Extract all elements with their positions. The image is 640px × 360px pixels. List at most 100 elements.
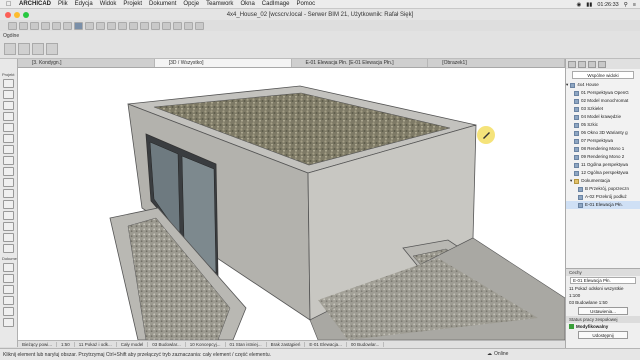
view-map-icon[interactable] xyxy=(578,60,586,68)
orbit-icon[interactable] xyxy=(140,21,149,30)
window-tool-icon[interactable] xyxy=(3,200,14,209)
curtain-wall-tool-icon[interactable] xyxy=(3,178,14,187)
dimension-tool-icon[interactable] xyxy=(3,263,14,272)
open-file-icon[interactable] xyxy=(19,21,28,30)
menu-dokument[interactable]: Dokument xyxy=(149,1,176,7)
save-icon[interactable] xyxy=(30,21,39,30)
current-layer-combo[interactable]: Bieżący powi... xyxy=(18,342,58,347)
graphic-override-combo[interactable]: Brak zastąpień xyxy=(267,342,306,347)
settings-button[interactable]: Ustawienia... xyxy=(578,307,628,315)
publisher-icon[interactable] xyxy=(598,60,606,68)
arrow-tool-icon[interactable] xyxy=(74,21,83,30)
dimension-combo[interactable]: 00 Budowlar... xyxy=(347,342,385,347)
tree-item[interactable]: 09 Rendering Mono 2 xyxy=(566,153,640,161)
column-tool-icon[interactable] xyxy=(3,90,14,99)
project-map-icon[interactable] xyxy=(568,60,576,68)
wall-tool-icon[interactable] xyxy=(3,79,14,88)
tree-item[interactable]: 01 Perspektywa OpenG xyxy=(566,89,640,97)
chevron-down-icon[interactable]: ▾ xyxy=(566,81,568,89)
snap-icon[interactable] xyxy=(32,43,44,55)
gravity-icon[interactable] xyxy=(195,21,204,30)
wifi-icon[interactable]: ◉ xyxy=(576,2,581,8)
new-file-icon[interactable] xyxy=(8,21,17,30)
menu-okna[interactable]: Okna xyxy=(240,1,254,7)
menu-edycja[interactable]: Edycja xyxy=(75,1,93,7)
model-view-combo[interactable]: Cały model xyxy=(117,342,149,347)
skylight-tool-icon[interactable] xyxy=(3,167,14,176)
redo-icon[interactable] xyxy=(63,21,72,30)
menu-projekt[interactable]: Projekt xyxy=(123,1,142,7)
pen-set-combo[interactable]: 03 Budowlar... xyxy=(148,342,186,347)
undo-icon[interactable] xyxy=(52,21,61,30)
quick-select-icon[interactable] xyxy=(18,43,30,55)
tree-item[interactable]: 04 Model krawędzie xyxy=(566,113,640,121)
layers-icon[interactable] xyxy=(96,21,105,30)
text-tool-icon[interactable] xyxy=(3,274,14,283)
menu-plik[interactable]: Plik xyxy=(58,1,68,7)
menu-pomoc[interactable]: Pomoc xyxy=(296,1,315,7)
close-icon[interactable] xyxy=(5,12,11,18)
app-name[interactable]: ARCHICAD xyxy=(19,1,51,7)
tree-item[interactable]: 03 Szkielet xyxy=(566,105,640,113)
tab-elevation[interactable]: E-01 Elewacja Płn. [E-01 Elewacja Płn.] xyxy=(292,59,429,67)
search-icon[interactable]: ⚲ xyxy=(624,2,628,8)
view-name-field[interactable]: E-01 Elewacja Płn. xyxy=(570,277,636,284)
tree-item[interactable]: 11 Ogólna perspektywa xyxy=(566,161,640,169)
model-view-options-combo[interactable]: 10 Koncepcyj... xyxy=(186,342,226,347)
tab-image[interactable]: [Obrazek1] xyxy=(428,59,565,67)
selection-mode-icon[interactable] xyxy=(4,43,16,55)
tree-item-selected[interactable]: E-01 Elewacja Płn. xyxy=(566,201,640,209)
zoom-in-icon[interactable] xyxy=(151,21,160,30)
apple-icon[interactable]:  xyxy=(6,1,12,8)
battery-icon[interactable]: ▮▮ xyxy=(586,2,592,8)
menu-list-icon[interactable]: ≡ xyxy=(633,2,636,8)
tree-item[interactable]: A-02 Przekrój podłuż xyxy=(566,193,640,201)
beam-tool-icon[interactable] xyxy=(3,101,14,110)
railing-tool-icon[interactable] xyxy=(3,134,14,143)
renovation-filter-combo[interactable]: 01 Stan istniej... xyxy=(226,342,267,347)
chevron-down-icon[interactable]: ▾ xyxy=(570,177,572,185)
menu-teamwork[interactable]: Teamwork xyxy=(206,1,233,7)
teamwork-receive-icon[interactable] xyxy=(129,21,138,30)
tree-item[interactable]: 06 Okno 3D Warianty g xyxy=(566,129,640,137)
scale-icon[interactable] xyxy=(107,21,116,30)
tab-floor-plan[interactable]: [3. Kondygn.] xyxy=(18,59,155,67)
tree-item[interactable]: 08 Rendering Mono 1 xyxy=(566,145,640,153)
marquee-tool-icon[interactable] xyxy=(85,21,94,30)
line-tool-icon[interactable] xyxy=(3,307,14,316)
layer-combo[interactable]: 11 Pokaż i odk... xyxy=(75,342,117,347)
menu-widok[interactable]: Widok xyxy=(100,1,117,7)
morph-tool-icon[interactable] xyxy=(3,244,14,253)
roof-tool-icon[interactable] xyxy=(3,145,14,154)
view-name-combo[interactable]: E-01 Elewacja... xyxy=(305,342,347,347)
scale-combo[interactable]: 1:50 xyxy=(57,342,75,347)
tab-3d[interactable]: [3D / Wszystko] xyxy=(154,59,292,67)
tree-item[interactable]: B Przekrój, poprzeczn xyxy=(566,185,640,193)
slab-tool-icon[interactable] xyxy=(3,112,14,121)
online-status[interactable]: ☁ Online xyxy=(487,351,508,357)
release-button[interactable]: Udostępnij xyxy=(578,331,628,339)
zoom-out-icon[interactable] xyxy=(162,21,171,30)
menu-opcje[interactable]: Opcje xyxy=(183,1,199,7)
clock[interactable]: 01:26:33 xyxy=(597,2,618,8)
zone-tool-icon[interactable] xyxy=(3,222,14,231)
zoom-icon[interactable] xyxy=(23,12,29,18)
print-icon[interactable] xyxy=(41,21,50,30)
stair-tool-icon[interactable] xyxy=(3,123,14,132)
label-tool-icon[interactable] xyxy=(3,285,14,294)
teamwork-send-icon[interactable] xyxy=(118,21,127,30)
tree-item[interactable]: 02 Model monochromat xyxy=(566,97,640,105)
fit-icon[interactable] xyxy=(173,21,182,30)
tree-folder[interactable]: ▾ Dokumentacja xyxy=(566,177,640,185)
tree-item[interactable]: 12 Ogólna perspektywa xyxy=(566,169,640,177)
tree-item[interactable]: 05 Szkic xyxy=(566,121,640,129)
navigator-set-select[interactable]: Wspólne widoki xyxy=(572,71,634,79)
shell-tool-icon[interactable] xyxy=(3,156,14,165)
door-tool-icon[interactable] xyxy=(3,189,14,198)
tree-item[interactable]: 07 Perspektywa xyxy=(566,137,640,145)
3d-viewport[interactable] xyxy=(18,68,565,340)
guide-lines-icon[interactable] xyxy=(46,43,58,55)
mesh-tool-icon[interactable] xyxy=(3,233,14,242)
arc-tool-icon[interactable] xyxy=(3,318,14,327)
object-tool-icon[interactable] xyxy=(3,211,14,220)
